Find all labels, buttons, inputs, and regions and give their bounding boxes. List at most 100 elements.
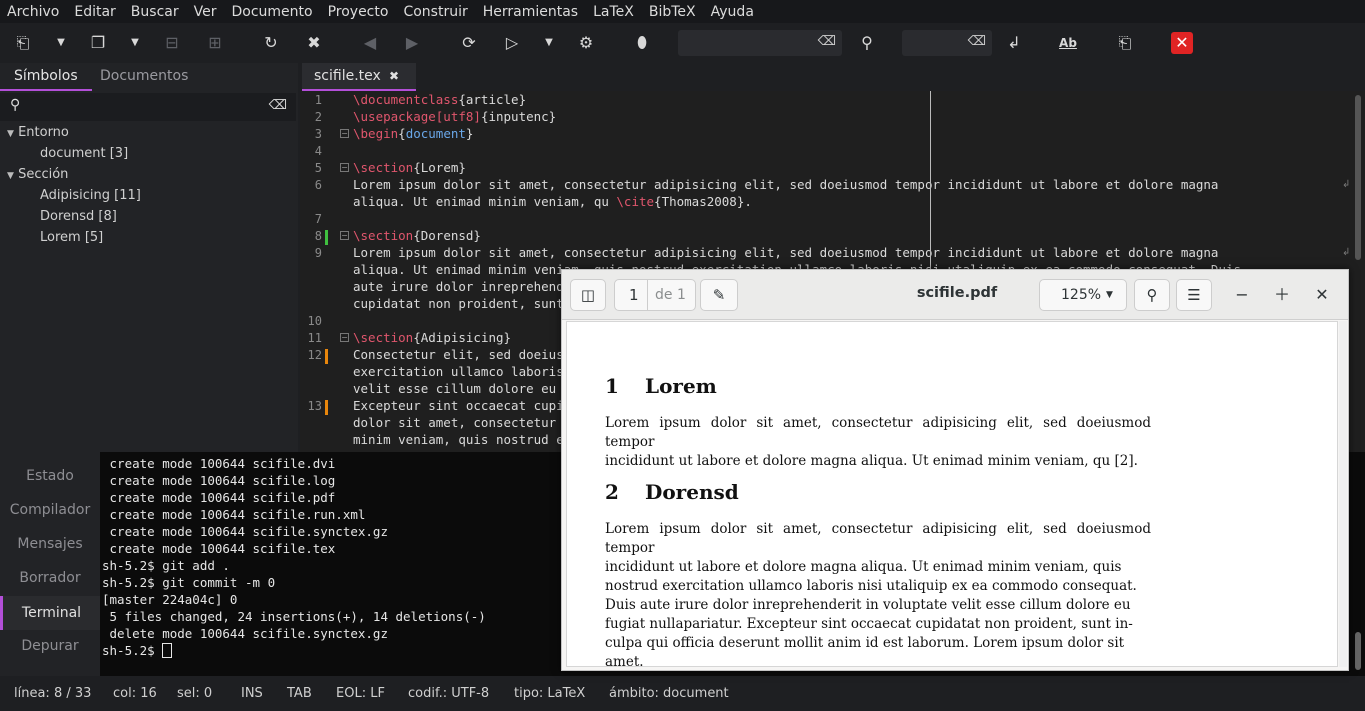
status-insert-mode[interactable]: INS: [241, 686, 263, 701]
export-icon[interactable]: ⎗: [1115, 33, 1135, 53]
tab-mensajes[interactable]: Mensajes: [0, 536, 100, 552]
tree-group-entorno[interactable]: ▼ Entorno: [7, 125, 69, 140]
menu-buscar[interactable]: Buscar: [124, 4, 187, 20]
hamburger-menu-icon[interactable]: ☰: [1176, 279, 1212, 311]
tree-item-document[interactable]: document [3]: [40, 146, 128, 161]
terminal-prompt: sh-5.2$: [102, 643, 173, 658]
line-number: 13: [307, 399, 322, 413]
tab-terminal[interactable]: Terminal: [0, 596, 100, 630]
line-number: 8: [314, 229, 322, 243]
save-all-icon[interactable]: ⊞: [205, 33, 225, 53]
gear-icon[interactable]: ⚙: [576, 33, 596, 53]
menu-editar[interactable]: Editar: [67, 4, 123, 20]
line-number: 2: [314, 110, 322, 124]
fold-toggle-icon[interactable]: −: [340, 129, 349, 138]
new-dropdown-icon[interactable]: ▼: [55, 33, 67, 53]
expand-arrow-icon: ▼: [7, 171, 14, 181]
tab-simbolos[interactable]: Símbolos: [0, 63, 92, 91]
minimize-icon[interactable]: −: [1226, 279, 1258, 311]
tree-group-seccion[interactable]: ▼ Sección: [7, 167, 68, 182]
menu-herramientas[interactable]: Herramientas: [476, 4, 586, 20]
search-icon[interactable]: ⚲: [1134, 279, 1170, 311]
clear-search-icon[interactable]: ⌫: [269, 98, 287, 113]
close-icon[interactable]: ✕: [1306, 279, 1338, 311]
menu-ayuda[interactable]: Ayuda: [704, 4, 762, 20]
save-icon[interactable]: ⊟: [162, 33, 182, 53]
close-file-icon[interactable]: ✖: [304, 33, 324, 53]
toolbar: ⎗ ▼ ❐ ▼ ⊟ ⊞ ↻ ✖ ◀ ▶ ⟳ ▷ ▼ ⚙ ⬮ ⌫ ⚲ ⌫ ↲ Ab…: [0, 23, 1365, 63]
spellcheck-icon[interactable]: Ab: [1058, 33, 1078, 53]
pdf-scrollbar[interactable]: [1339, 321, 1347, 667]
status-encoding[interactable]: codif.: UTF-8: [408, 686, 489, 701]
menu-latex[interactable]: LaTeX: [586, 4, 642, 20]
menu-archivo[interactable]: Archivo: [0, 4, 67, 20]
editor-scrollbar[interactable]: [1355, 95, 1361, 260]
back-arrow-icon[interactable]: ◀: [360, 33, 380, 53]
terminal-cursor: [162, 643, 173, 658]
clear-goto-icon[interactable]: ⌫: [968, 34, 986, 49]
line-number: 3: [314, 127, 322, 141]
annotate-pencil-icon[interactable]: ✎: [700, 279, 738, 311]
open-dropdown-icon[interactable]: ▼: [129, 33, 141, 53]
status-scope: ámbito: document: [609, 686, 729, 701]
pdf-page[interactable]: 1 Lorem Lorem ipsum dolor sit amet, conse…: [566, 321, 1338, 667]
menu-bibtex[interactable]: BibTeX: [642, 4, 704, 20]
fold-toggle-icon[interactable]: −: [340, 163, 349, 172]
line-number: 1: [314, 93, 322, 107]
forward-arrow-icon[interactable]: ▶: [402, 33, 422, 53]
tab-depurar[interactable]: Depurar: [0, 638, 100, 654]
find-input[interactable]: ⌫: [678, 30, 842, 56]
build-run-icon[interactable]: ▷: [502, 33, 522, 53]
maximize-icon[interactable]: ＋: [1266, 279, 1298, 311]
code-line: \usepackage[utf8]{inputenc}: [353, 109, 557, 124]
line-number: 11: [307, 331, 322, 345]
clear-find-icon[interactable]: ⌫: [818, 34, 836, 49]
menu-documento[interactable]: Documento: [224, 4, 320, 20]
tree-item-adipisicing[interactable]: Adipisicing [11]: [40, 188, 141, 203]
status-filetype[interactable]: tipo: LaTeX: [514, 686, 585, 701]
build-dropdown-icon[interactable]: ▼: [543, 33, 555, 53]
reload-icon[interactable]: ⟳: [459, 33, 479, 53]
terminal-line: 5 files changed, 24 insertions(+), 14 de…: [102, 609, 486, 624]
new-file-icon[interactable]: ⎗: [13, 33, 33, 53]
fold-toggle-icon[interactable]: −: [340, 333, 349, 342]
status-indent-type[interactable]: TAB: [287, 686, 312, 701]
close-tab-icon[interactable]: ✖: [389, 63, 399, 89]
tab-estado[interactable]: Estado: [0, 468, 100, 484]
revert-icon[interactable]: ↻: [261, 33, 281, 53]
line-number: 5: [314, 161, 322, 175]
terminal-line: create mode 100644 scifile.tex: [102, 541, 336, 556]
color-drop-icon[interactable]: ⬮: [632, 33, 652, 53]
search-icon[interactable]: ⚲: [857, 33, 877, 53]
tab-borrador[interactable]: Borrador: [0, 570, 100, 586]
menu-ver[interactable]: Ver: [187, 4, 225, 20]
sidebar-toggle-icon[interactable]: ◫: [570, 279, 606, 311]
section-paragraph: Lorem ipsum dolor sit amet, consectetur …: [605, 521, 1151, 667]
code-line: \section{Dorensd}: [353, 228, 481, 243]
fold-toggle-icon[interactable]: −: [340, 231, 349, 240]
symbols-panel: Símbolos Documentos ⚲ ⌫ ▼ Entorno docume…: [0, 63, 298, 452]
goto-line-icon[interactable]: ↲: [1004, 33, 1024, 53]
editor-tab-scifile[interactable]: scifile.tex ✖: [302, 63, 416, 91]
tree-item-dorensd[interactable]: Dorensd [8]: [40, 209, 117, 224]
pdf-window-title: scifile.pdf: [916, 285, 998, 301]
goto-line-input[interactable]: ⌫: [902, 30, 992, 56]
tree-item-lorem[interactable]: Lorem [5]: [40, 230, 103, 245]
menu-proyecto[interactable]: Proyecto: [321, 4, 397, 20]
pdf-header-bar: ◫ 1 de 1 ✎ scifile.pdf 125% ▼ ⚲ ☰ − ＋ ✕: [562, 270, 1348, 320]
zoom-select[interactable]: 125% ▼: [1039, 279, 1127, 311]
tab-compilador[interactable]: Compilador: [0, 502, 100, 518]
terminal-line: create mode 100644 scifile.dvi: [102, 456, 336, 471]
page-number-input[interactable]: 1 de 1: [614, 279, 696, 311]
quit-icon[interactable]: ✕: [1171, 32, 1193, 54]
terminal-scrollbar[interactable]: [1355, 632, 1361, 670]
line-number: 9: [314, 246, 322, 260]
menu-construir[interactable]: Construir: [396, 4, 475, 20]
tab-documentos[interactable]: Documentos: [86, 63, 202, 91]
line-number: 4: [314, 144, 322, 158]
section-heading: 1 Lorem: [605, 374, 717, 398]
symbol-search-input[interactable]: ⚲ ⌫: [0, 93, 296, 121]
status-eol[interactable]: EOL: LF: [336, 686, 385, 701]
open-file-icon[interactable]: ❐: [88, 33, 108, 53]
line-number: 7: [314, 212, 322, 226]
